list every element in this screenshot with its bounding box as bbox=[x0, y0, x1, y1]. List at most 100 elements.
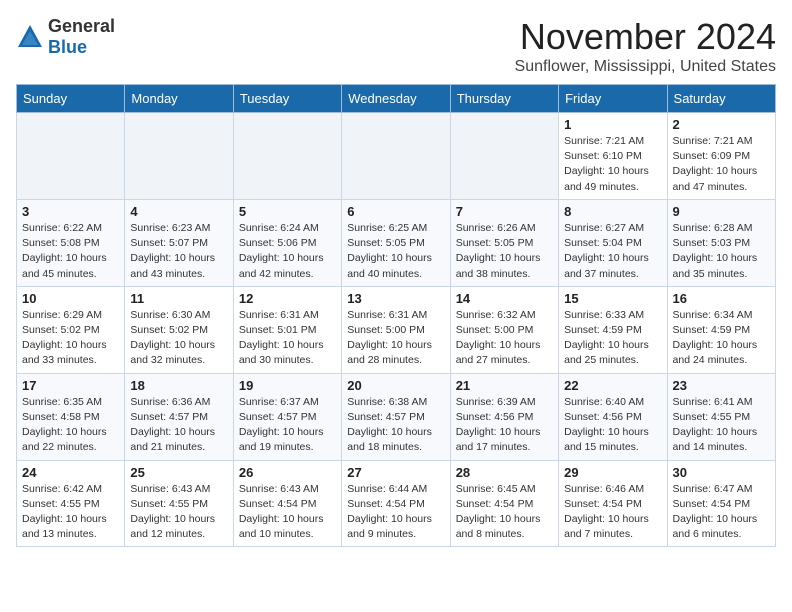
day-cell: 5 Sunrise: 6:24 AM Sunset: 5:06 PM Daylig… bbox=[233, 199, 341, 286]
day-detail: Sunrise: 6:25 AM Sunset: 5:05 PM Dayligh… bbox=[347, 221, 444, 282]
day-number: 4 bbox=[130, 204, 227, 219]
day-number: 10 bbox=[22, 291, 119, 306]
day-detail: Sunrise: 6:26 AM Sunset: 5:05 PM Dayligh… bbox=[456, 221, 553, 282]
day-number: 26 bbox=[239, 465, 336, 480]
day-number: 24 bbox=[22, 465, 119, 480]
day-number: 2 bbox=[673, 117, 770, 132]
location: Sunflower, Mississippi, United States bbox=[515, 58, 776, 76]
weekday-header-row: SundayMondayTuesdayWednesdayThursdayFrid… bbox=[17, 85, 776, 113]
day-detail: Sunrise: 6:31 AM Sunset: 5:00 PM Dayligh… bbox=[347, 308, 444, 369]
day-number: 16 bbox=[673, 291, 770, 306]
day-detail: Sunrise: 6:36 AM Sunset: 4:57 PM Dayligh… bbox=[130, 395, 227, 456]
weekday-header-wednesday: Wednesday bbox=[342, 85, 450, 113]
day-detail: Sunrise: 6:24 AM Sunset: 5:06 PM Dayligh… bbox=[239, 221, 336, 282]
day-detail: Sunrise: 6:39 AM Sunset: 4:56 PM Dayligh… bbox=[456, 395, 553, 456]
logo-general: General bbox=[48, 16, 115, 36]
day-detail: Sunrise: 6:32 AM Sunset: 5:00 PM Dayligh… bbox=[456, 308, 553, 369]
month-title: November 2024 bbox=[515, 16, 776, 58]
calendar: SundayMondayTuesdayWednesdayThursdayFrid… bbox=[16, 84, 776, 547]
day-number: 19 bbox=[239, 378, 336, 393]
day-detail: Sunrise: 6:35 AM Sunset: 4:58 PM Dayligh… bbox=[22, 395, 119, 456]
day-cell: 28 Sunrise: 6:45 AM Sunset: 4:54 PM Dayli… bbox=[450, 460, 558, 547]
title-area: November 2024 Sunflower, Mississippi, Un… bbox=[515, 16, 776, 76]
day-detail: Sunrise: 6:28 AM Sunset: 5:03 PM Dayligh… bbox=[673, 221, 770, 282]
day-cell: 23Sunrise: 6:41 AM Sunset: 4:55 PM Dayli… bbox=[667, 373, 775, 460]
day-cell: 8 Sunrise: 6:27 AM Sunset: 5:04 PM Daylig… bbox=[559, 199, 667, 286]
day-cell: 3 Sunrise: 6:22 AM Sunset: 5:08 PM Daylig… bbox=[17, 199, 125, 286]
day-detail: Sunrise: 6:43 AM Sunset: 4:54 PM Dayligh… bbox=[239, 482, 336, 543]
weekday-header-thursday: Thursday bbox=[450, 85, 558, 113]
day-detail: Sunrise: 6:34 AM Sunset: 4:59 PM Dayligh… bbox=[673, 308, 770, 369]
day-detail: Sunrise: 6:46 AM Sunset: 4:54 PM Dayligh… bbox=[564, 482, 661, 543]
day-number: 23 bbox=[673, 378, 770, 393]
day-cell: 9 Sunrise: 6:28 AM Sunset: 5:03 PM Daylig… bbox=[667, 199, 775, 286]
day-cell: 13 Sunrise: 6:31 AM Sunset: 5:00 PM Dayli… bbox=[342, 286, 450, 373]
day-cell: 19 Sunrise: 6:37 AM Sunset: 4:57 PM Dayli… bbox=[233, 373, 341, 460]
day-number: 27 bbox=[347, 465, 444, 480]
day-cell: 26 Sunrise: 6:43 AM Sunset: 4:54 PM Dayli… bbox=[233, 460, 341, 547]
logo-blue: Blue bbox=[48, 37, 87, 57]
weekday-header-sunday: Sunday bbox=[17, 85, 125, 113]
day-detail: Sunrise: 6:30 AM Sunset: 5:02 PM Dayligh… bbox=[130, 308, 227, 369]
day-cell: 20Sunrise: 6:38 AM Sunset: 4:57 PM Dayli… bbox=[342, 373, 450, 460]
day-number: 6 bbox=[347, 204, 444, 219]
day-cell: 7 Sunrise: 6:26 AM Sunset: 5:05 PM Daylig… bbox=[450, 199, 558, 286]
day-detail: Sunrise: 7:21 AM Sunset: 6:10 PM Dayligh… bbox=[564, 134, 661, 195]
day-number: 14 bbox=[456, 291, 553, 306]
day-number: 11 bbox=[130, 291, 227, 306]
day-number: 15 bbox=[564, 291, 661, 306]
day-cell: 2 Sunrise: 7:21 AM Sunset: 6:09 PM Daylig… bbox=[667, 113, 775, 200]
day-number: 30 bbox=[673, 465, 770, 480]
day-cell: 18Sunrise: 6:36 AM Sunset: 4:57 PM Dayli… bbox=[125, 373, 233, 460]
day-detail: Sunrise: 6:22 AM Sunset: 5:08 PM Dayligh… bbox=[22, 221, 119, 282]
day-detail: Sunrise: 6:47 AM Sunset: 4:54 PM Dayligh… bbox=[673, 482, 770, 543]
day-number: 17 bbox=[22, 378, 119, 393]
day-number: 9 bbox=[673, 204, 770, 219]
day-cell: 10 Sunrise: 6:29 AM Sunset: 5:02 PM Dayli… bbox=[17, 286, 125, 373]
day-detail: Sunrise: 6:38 AM Sunset: 4:57 PM Dayligh… bbox=[347, 395, 444, 456]
header: General Blue November 2024 Sunflower, Mi… bbox=[16, 16, 776, 76]
day-detail: Sunrise: 6:44 AM Sunset: 4:54 PM Dayligh… bbox=[347, 482, 444, 543]
day-number: 3 bbox=[22, 204, 119, 219]
day-cell bbox=[125, 113, 233, 200]
day-number: 22 bbox=[564, 378, 661, 393]
logo: General Blue bbox=[16, 16, 115, 58]
day-cell bbox=[450, 113, 558, 200]
week-row-2: 3 Sunrise: 6:22 AM Sunset: 5:08 PM Daylig… bbox=[17, 199, 776, 286]
day-detail: Sunrise: 6:42 AM Sunset: 4:55 PM Dayligh… bbox=[22, 482, 119, 543]
weekday-header-monday: Monday bbox=[125, 85, 233, 113]
day-cell: 16 Sunrise: 6:34 AM Sunset: 4:59 PM Dayli… bbox=[667, 286, 775, 373]
day-detail: Sunrise: 6:45 AM Sunset: 4:54 PM Dayligh… bbox=[456, 482, 553, 543]
week-row-1: 1 Sunrise: 7:21 AM Sunset: 6:10 PM Daylig… bbox=[17, 113, 776, 200]
day-cell: 30 Sunrise: 6:47 AM Sunset: 4:54 PM Dayli… bbox=[667, 460, 775, 547]
day-cell: 29Sunrise: 6:46 AM Sunset: 4:54 PM Dayli… bbox=[559, 460, 667, 547]
day-detail: Sunrise: 6:40 AM Sunset: 4:56 PM Dayligh… bbox=[564, 395, 661, 456]
day-number: 8 bbox=[564, 204, 661, 219]
day-detail: Sunrise: 7:21 AM Sunset: 6:09 PM Dayligh… bbox=[673, 134, 770, 195]
day-number: 13 bbox=[347, 291, 444, 306]
day-detail: Sunrise: 6:37 AM Sunset: 4:57 PM Dayligh… bbox=[239, 395, 336, 456]
day-cell: 14 Sunrise: 6:32 AM Sunset: 5:00 PM Dayli… bbox=[450, 286, 558, 373]
weekday-header-friday: Friday bbox=[559, 85, 667, 113]
day-cell: 22 Sunrise: 6:40 AM Sunset: 4:56 PM Dayli… bbox=[559, 373, 667, 460]
day-cell: 25Sunrise: 6:43 AM Sunset: 4:55 PM Dayli… bbox=[125, 460, 233, 547]
day-cell: 4 Sunrise: 6:23 AM Sunset: 5:07 PM Daylig… bbox=[125, 199, 233, 286]
day-number: 21 bbox=[456, 378, 553, 393]
logo-text: General Blue bbox=[48, 16, 115, 58]
day-number: 25 bbox=[130, 465, 227, 480]
day-cell: 27 Sunrise: 6:44 AM Sunset: 4:54 PM Dayli… bbox=[342, 460, 450, 547]
day-cell: 11 Sunrise: 6:30 AM Sunset: 5:02 PM Dayli… bbox=[125, 286, 233, 373]
day-cell: 24 Sunrise: 6:42 AM Sunset: 4:55 PM Dayli… bbox=[17, 460, 125, 547]
day-detail: Sunrise: 6:23 AM Sunset: 5:07 PM Dayligh… bbox=[130, 221, 227, 282]
week-row-4: 17 Sunrise: 6:35 AM Sunset: 4:58 PM Dayli… bbox=[17, 373, 776, 460]
day-number: 5 bbox=[239, 204, 336, 219]
day-number: 28 bbox=[456, 465, 553, 480]
day-detail: Sunrise: 6:29 AM Sunset: 5:02 PM Dayligh… bbox=[22, 308, 119, 369]
day-cell: 15Sunrise: 6:33 AM Sunset: 4:59 PM Dayli… bbox=[559, 286, 667, 373]
day-number: 7 bbox=[456, 204, 553, 219]
day-number: 1 bbox=[564, 117, 661, 132]
week-row-3: 10 Sunrise: 6:29 AM Sunset: 5:02 PM Dayli… bbox=[17, 286, 776, 373]
day-detail: Sunrise: 6:27 AM Sunset: 5:04 PM Dayligh… bbox=[564, 221, 661, 282]
weekday-header-tuesday: Tuesday bbox=[233, 85, 341, 113]
day-number: 12 bbox=[239, 291, 336, 306]
